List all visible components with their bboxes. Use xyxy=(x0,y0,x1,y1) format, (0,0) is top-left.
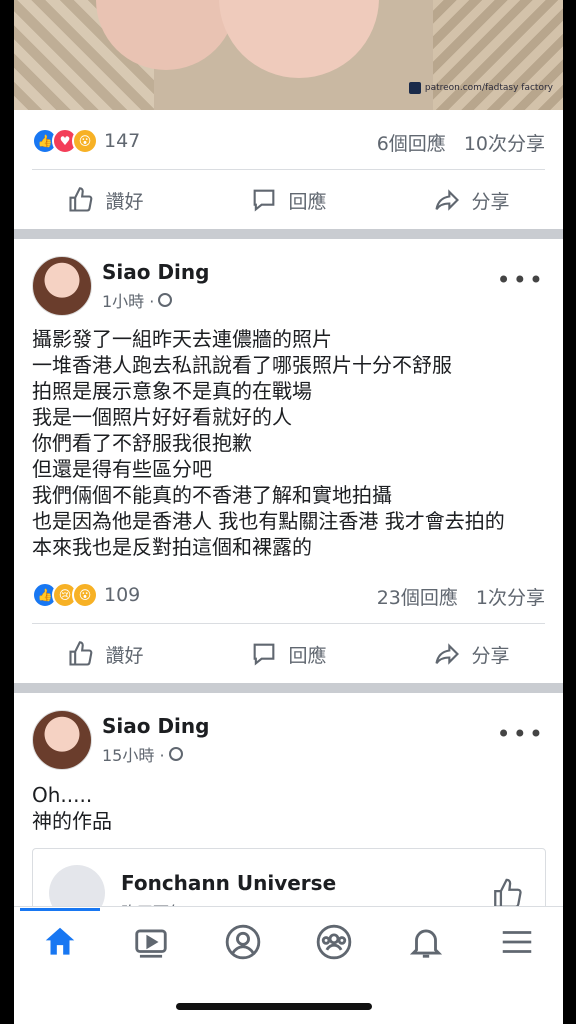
post-separator xyxy=(14,229,563,239)
shares-count[interactable]: 1次分享 xyxy=(476,583,545,610)
reaction-summary[interactable]: 👍 ♥ 😮 147 xyxy=(32,128,140,154)
tab-groups[interactable] xyxy=(304,912,364,972)
comment-icon xyxy=(254,643,275,666)
action-bar: 讚好 回應 分享 xyxy=(14,634,563,674)
divider xyxy=(32,623,545,624)
post-text: Oh..... 神的作品 xyxy=(32,783,112,833)
wow-reaction-icon: 😮 xyxy=(72,582,98,608)
home-icon xyxy=(45,927,74,955)
home-indicator[interactable] xyxy=(176,1003,372,1010)
post-meta: 1小時 · xyxy=(102,288,173,312)
post-meta: 15小時 · xyxy=(102,742,183,766)
post-stats: 6個回應 10次分享 xyxy=(377,129,545,156)
reaction-summary[interactable]: 👍 😢 😮 109 xyxy=(32,582,140,608)
more-options-icon[interactable]: ••• xyxy=(497,720,545,748)
comments-count[interactable]: 6個回應 xyxy=(377,129,446,156)
globe-icon xyxy=(168,747,183,761)
tab-profile[interactable] xyxy=(213,912,273,972)
reaction-count: 147 xyxy=(104,130,141,152)
tab-menu[interactable] xyxy=(487,912,547,972)
author-name[interactable]: Siao Ding xyxy=(102,714,209,738)
share-button[interactable]: 分享 xyxy=(433,186,510,214)
tab-notifications[interactable] xyxy=(396,912,456,972)
like-button[interactable]: 讚好 xyxy=(67,640,144,668)
shared-page-name[interactable]: Fonchann Universe xyxy=(121,871,336,895)
post-photo[interactable]: patreon.com/fadtasy factory xyxy=(14,0,563,110)
tab-watch[interactable] xyxy=(121,912,181,972)
globe-icon xyxy=(158,293,173,307)
post-header: Siao Ding 15小時 · ••• xyxy=(32,710,545,770)
like-button[interactable]: 讚好 xyxy=(67,186,144,214)
watch-icon xyxy=(135,929,167,958)
photo-watermark: patreon.com/fadtasy factory xyxy=(408,82,553,94)
thumbs-up-icon xyxy=(69,187,93,212)
profile-icon xyxy=(225,924,261,960)
menu-icon xyxy=(503,931,532,953)
shares-count[interactable]: 10次分享 xyxy=(464,129,545,156)
patreon-logo-icon xyxy=(408,82,421,94)
author-name[interactable]: Siao Ding xyxy=(102,260,209,284)
comment-icon xyxy=(254,189,275,212)
post-text: 攝影發了一組昨天去連儂牆的照片 一堆香港人跑去私訊說看了哪張照片十分不舒服 拍照… xyxy=(32,327,505,559)
share-arrow-icon xyxy=(435,643,460,665)
divider xyxy=(32,169,545,170)
post-header: Siao Ding 1小時 · ••• xyxy=(32,256,545,316)
share-arrow-icon xyxy=(435,189,460,211)
notifications-icon xyxy=(409,929,442,958)
reaction-count: 109 xyxy=(104,584,141,606)
action-bar: 讚好 回應 分享 xyxy=(14,180,563,220)
groups-icon xyxy=(316,924,352,960)
wow-reaction-icon: 😮 xyxy=(72,128,98,154)
more-options-icon[interactable]: ••• xyxy=(497,266,545,294)
post-stats: 23個回應 1次分享 xyxy=(377,583,545,610)
post-separator xyxy=(14,683,563,693)
tab-home[interactable] xyxy=(19,908,100,972)
comment-button[interactable]: 回應 xyxy=(250,640,327,668)
comments-count[interactable]: 23個回應 xyxy=(377,583,458,610)
share-button[interactable]: 分享 xyxy=(433,640,510,668)
avatar[interactable] xyxy=(32,710,92,770)
avatar[interactable] xyxy=(32,256,92,316)
facebook-feed: patreon.com/fadtasy factory 👍 ♥ 😮 147 6個… xyxy=(14,0,563,1024)
comment-button[interactable]: 回應 xyxy=(250,186,327,214)
thumbs-up-icon xyxy=(69,641,93,666)
bottom-tab-bar xyxy=(14,906,563,977)
